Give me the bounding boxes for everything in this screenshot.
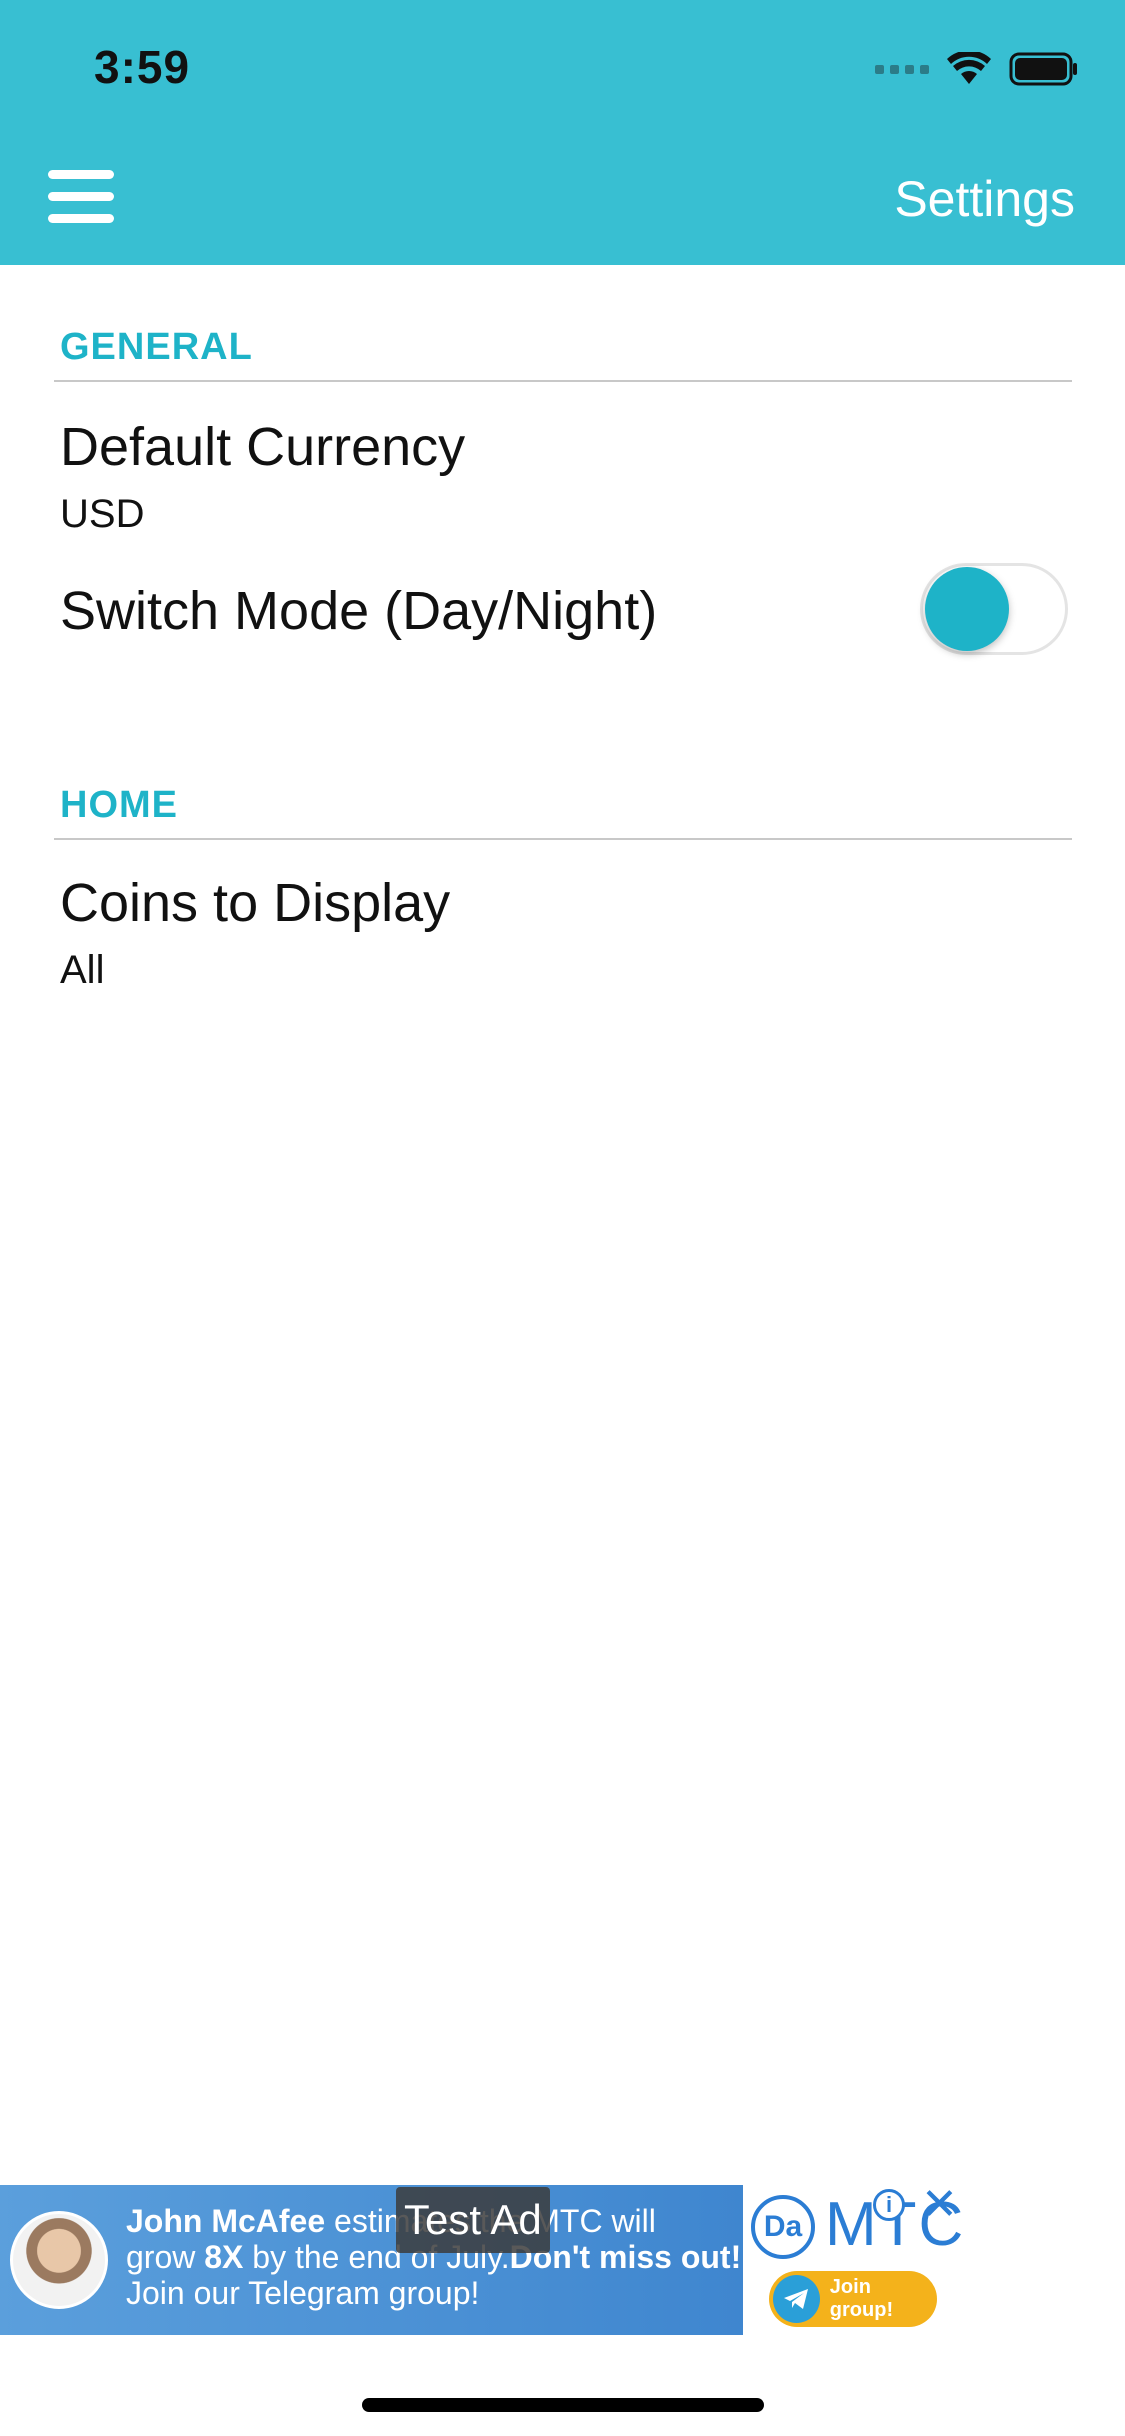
coins-to-display-value: All xyxy=(60,948,105,992)
ad-info-icon[interactable]: i xyxy=(873,2189,905,2221)
default-currency-label: Default Currency xyxy=(60,417,466,477)
ad-banner[interactable]: John McAfee estimates the MTC will grow … xyxy=(0,2185,743,2335)
divider xyxy=(54,838,1072,840)
section-heading-general: GENERAL xyxy=(60,326,253,368)
cellular-signal-icon xyxy=(875,64,929,74)
day-night-toggle[interactable] xyxy=(920,563,1068,655)
ad-logo-icon: Da xyxy=(751,2195,815,2259)
page-title: Settings xyxy=(894,171,1075,227)
ad-side-panel: Da MTC i ✕ Join group! xyxy=(743,2180,983,2335)
status-icons xyxy=(875,48,1079,90)
section-heading-home: HOME xyxy=(60,784,178,826)
test-ad-badge: Test Ad xyxy=(396,2187,550,2253)
ad-join-group-button[interactable]: Join group! xyxy=(769,2271,937,2327)
divider xyxy=(54,380,1072,382)
join-group-label: Join group! xyxy=(829,2276,894,2321)
ad-avatar xyxy=(10,2211,108,2309)
default-currency-value: USD xyxy=(60,492,145,536)
switch-mode-label: Switch Mode (Day/Night) xyxy=(60,581,658,641)
coins-to-display-label: Coins to Display xyxy=(60,873,451,933)
battery-icon xyxy=(1009,52,1077,86)
status-time: 3:59 xyxy=(94,41,191,93)
telegram-icon xyxy=(773,2275,820,2323)
hamburger-menu-icon[interactable] xyxy=(48,170,116,226)
home-indicator xyxy=(362,2398,764,2412)
toggle-knob xyxy=(925,567,1009,651)
wifi-icon xyxy=(947,52,991,84)
app-header: 3:59 Settings xyxy=(0,0,1125,265)
ad-close-icon[interactable]: ✕ xyxy=(921,2179,958,2230)
